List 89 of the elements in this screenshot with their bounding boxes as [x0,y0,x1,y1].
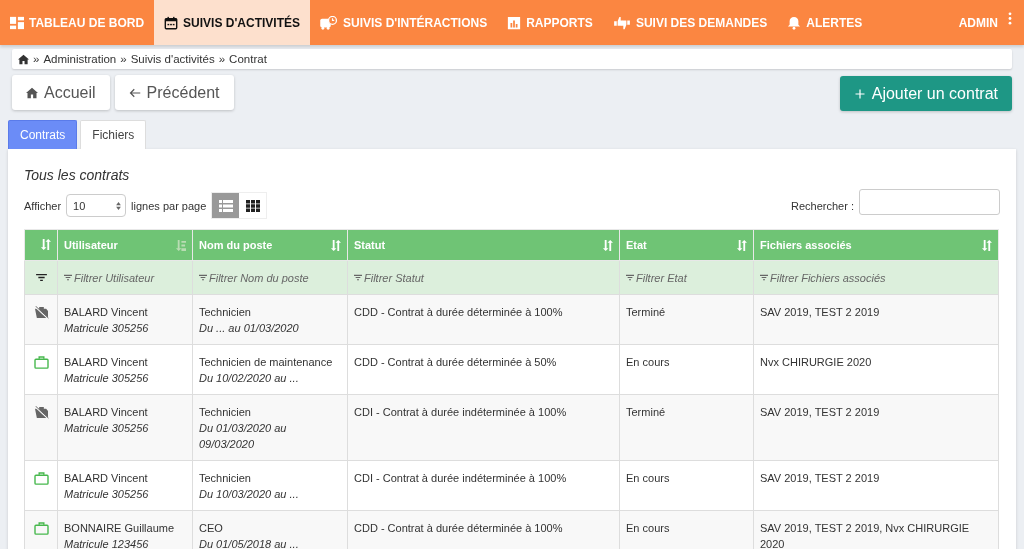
nav-item[interactable]: SUIVIS D'INTÉRACTIONS [310,0,498,45]
user-name[interactable]: ADMIN [958,15,998,30]
table-cell-text: Du 10/02/2020 au ... [199,371,300,386]
table-cell-text: CDD - Contrat à durée déterminée à 50% [354,355,558,370]
table-cell-text: En cours [626,471,671,486]
table-cell-text: CDI - Contrat à durée indéterminée à 100% [354,405,568,420]
column-header[interactable]: Utilisateur [57,229,193,261]
table-cell-text: Technicien [199,471,252,486]
nav-item[interactable]: TABLEAU DE BORD [0,0,155,45]
show-label: Afficher [24,199,62,212]
dashboard-icon [10,15,24,30]
table-cell-text: BALARD Vincent [64,471,149,486]
add-contract-button[interactable]: Ajouter un contrat [839,76,1012,111]
table-cell-text: Technicien [199,305,252,320]
table-cell-text: Du ... au 01/03/2020 [199,321,300,336]
nav-item[interactable]: ALERTES [777,0,873,45]
home-button[interactable]: Accueil [12,75,110,110]
breadcrumb-separator: » [218,53,226,65]
breadcrumb-item[interactable]: Suivis d'activités [130,53,215,65]
filter-icon [64,274,72,282]
table-cell-text: Terminé [626,305,667,320]
bar-chart-icon [507,15,522,30]
bus-clock-icon [320,15,338,30]
breadcrumb-separator: » [33,53,40,65]
column-header[interactable]: Nom du poste [192,229,348,261]
arrow-left-icon [128,86,141,99]
column-filter-field[interactable]: Filtrer Etat [626,271,687,284]
filter-icon [354,274,362,282]
table-cell-text: SAV 2019, TEST 2 2019 [760,405,881,420]
filter-icon [626,274,634,282]
table-cell-text: CEO [199,521,224,536]
column-header[interactable]: Fichiers associés [753,229,999,261]
column-header[interactable]: Etat [619,229,754,261]
calendar-icon [164,15,179,30]
per-page-label: lignes par page [131,199,207,212]
tab[interactable]: Fichiers [80,120,147,149]
tab[interactable]: Contrats [8,120,78,149]
table-cell-text: CDI - Contrat à durée indéterminée à 100% [354,471,568,486]
search-label: Rechercher : [791,199,854,212]
search-field[interactable] [859,188,1000,215]
page-size-select[interactable]: 10 [66,194,127,217]
table-cell-text: Du 01/03/2020 au 09/03/2020 [199,421,288,452]
breadcrumb-item[interactable]: Administration [43,53,117,65]
home-icon[interactable] [18,53,29,65]
filter-icon [199,274,207,282]
nav-item[interactable]: SUIVIS D'ACTIVITÉS [154,0,310,45]
table-cell-text: Matricule 305256 [64,421,150,436]
table-cell-text: Terminé [626,405,667,420]
table-cell-text: Technicien de maintenance [199,355,334,370]
sort-icon [40,238,51,250]
bell-icon [787,15,802,30]
back-button[interactable]: Précédent [114,75,234,110]
table-cell-text: CDD - Contrat à durée déterminée à 100% [354,521,564,536]
table-cell-text: En cours [626,355,671,370]
column-filter-field[interactable]: Filtrer Statut [354,271,424,284]
panel-title: Tous les contrats [24,167,131,183]
table-cell-text: SAV 2019, TEST 2 2019 [760,471,881,486]
table-cell-text: Technicien [199,405,252,420]
table-cell-text: Matricule 305256 [64,371,150,386]
breadcrumb-separator: » [120,53,127,65]
plus-icon [853,87,866,100]
column-filter-field[interactable]: Filtrer Fichiers associés [760,271,886,284]
table-cell-text: SAV 2019, TEST 2 2019, Nvx CHIRURGIE 2020 [760,521,971,549]
list-icon [218,199,233,212]
table-cell-text: CDD - Contrat à durée déterminée à 100% [354,305,564,320]
table-cell-text: SAV 2019, TEST 2 2019 [760,305,881,320]
spinner-arrows-icon [116,201,122,210]
filter-icon[interactable] [35,273,47,282]
table-cell-text: Matricule 305256 [64,487,150,502]
table-cell-text: Matricule 305256 [64,321,150,336]
home-icon [26,86,38,99]
filter-icon [760,274,768,282]
table-cell-text: BALARD Vincent [64,305,149,320]
column-header[interactable]: Statut [347,229,620,261]
table-cell-text: BONNAIRE Guillaume [64,521,176,536]
table-cell-text: Matricule 123456 [64,537,150,549]
table-cell-text: En cours [626,521,671,536]
table-cell-text: Du 10/03/2020 au ... [199,487,300,502]
more-options-icon[interactable] [1008,12,1012,25]
thumbs-icon [612,15,631,30]
nav-item[interactable]: SUIVI DES DEMANDES [602,0,778,45]
column-header[interactable] [24,229,58,261]
grid-icon [245,199,260,212]
breadcrumb-item: Contrat [229,53,267,65]
table-cell-text: Du 01/05/2018 au ... [199,537,300,549]
nav-item[interactable]: RAPPORTS [497,0,603,45]
table-cell-text: BALARD Vincent [64,355,149,370]
table-cell-text: BALARD Vincent [64,405,149,420]
table-cell-text: Nvx CHIRURGIE 2020 [760,355,873,370]
